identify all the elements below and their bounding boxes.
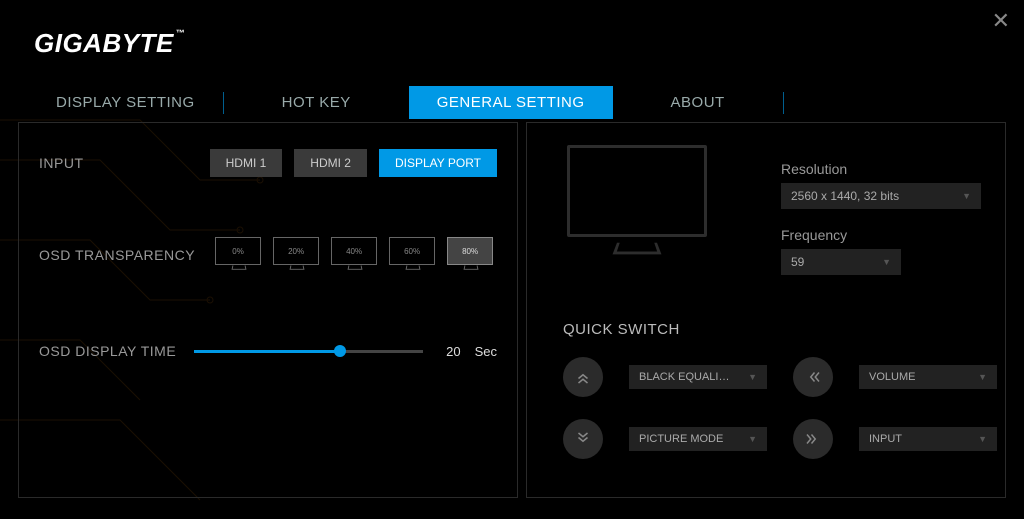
- right-panel: Resolution 2560 x 1440, 32 bits ▼ Freque…: [526, 122, 1006, 498]
- transparency-40-label: 40%: [331, 237, 377, 265]
- qs-left-dropdown[interactable]: VOLUME ▼: [859, 365, 997, 389]
- chevron-down-icon: ▼: [962, 191, 971, 201]
- slider-thumb[interactable]: [334, 345, 346, 357]
- chevron-down-icon: ▼: [882, 257, 891, 267]
- chevron-down-icon: ▼: [748, 372, 757, 382]
- frequency-value: 59: [791, 255, 804, 269]
- transparency-80[interactable]: 80%: [447, 237, 495, 273]
- qs-left-button[interactable]: [793, 357, 833, 397]
- qs-down-value: PICTURE MODE: [639, 433, 723, 445]
- osd-time-value: 20: [437, 344, 461, 359]
- main-tabs: DISPLAY SETTING HOT KEY GENERAL SETTING …: [28, 86, 996, 119]
- transparency-60[interactable]: 60%: [389, 237, 437, 273]
- osd-time-slider[interactable]: [194, 350, 422, 353]
- tab-about[interactable]: ABOUT: [643, 86, 753, 119]
- qs-down-button[interactable]: [563, 419, 603, 459]
- resolution-dropdown[interactable]: 2560 x 1440, 32 bits ▼: [781, 183, 981, 209]
- transparency-20-label: 20%: [273, 237, 319, 265]
- input-hdmi2-button[interactable]: HDMI 2: [294, 149, 367, 177]
- brand-text: GIGABYTE: [34, 28, 174, 58]
- tab-display-setting[interactable]: DISPLAY SETTING: [28, 86, 223, 119]
- osd-display-time-label: OSD DISPLAY TIME: [39, 343, 176, 359]
- qs-down-dropdown[interactable]: PICTURE MODE ▼: [629, 427, 767, 451]
- frequency-dropdown[interactable]: 59 ▼: [781, 249, 901, 275]
- tab-separator: [223, 92, 224, 114]
- osd-transparency-label: OSD TRANSPARENCY: [39, 247, 195, 263]
- close-icon[interactable]: ✕: [992, 8, 1010, 34]
- quick-switch-label: QUICK SWITCH: [563, 321, 680, 338]
- resolution-value: 2560 x 1440, 32 bits: [791, 189, 899, 203]
- monitor-icon: [567, 145, 707, 255]
- qs-right-button[interactable]: [793, 419, 833, 459]
- input-displayport-button[interactable]: DISPLAY PORT: [379, 149, 497, 177]
- tab-general-setting[interactable]: GENERAL SETTING: [409, 86, 613, 119]
- input-label: INPUT: [39, 155, 84, 171]
- qs-left-value: VOLUME: [869, 371, 915, 383]
- transparency-60-label: 60%: [389, 237, 435, 265]
- frequency-label: Frequency: [781, 227, 981, 243]
- double-chevron-left-icon: [804, 368, 822, 386]
- tab-hot-key[interactable]: HOT KEY: [254, 86, 379, 119]
- tab-separator: [783, 92, 784, 114]
- chevron-down-icon: ▼: [748, 434, 757, 444]
- qs-up-button[interactable]: [563, 357, 603, 397]
- resolution-label: Resolution: [781, 161, 981, 177]
- qs-up-value: BLACK EQUALI…: [639, 371, 729, 383]
- transparency-80-label: 80%: [447, 237, 493, 265]
- trademark: ™: [176, 28, 186, 38]
- transparency-0[interactable]: 0%: [215, 237, 263, 273]
- input-hdmi1-button[interactable]: HDMI 1: [210, 149, 283, 177]
- qs-right-value: INPUT: [869, 433, 902, 445]
- transparency-options: 0% 20% 40% 60% 80%: [215, 237, 495, 273]
- osd-time-unit: Sec: [475, 344, 497, 359]
- transparency-40[interactable]: 40%: [331, 237, 379, 273]
- chevron-down-icon: ▼: [978, 372, 987, 382]
- qs-up-dropdown[interactable]: BLACK EQUALI… ▼: [629, 365, 767, 389]
- qs-right-dropdown[interactable]: INPUT ▼: [859, 427, 997, 451]
- transparency-0-label: 0%: [215, 237, 261, 265]
- left-panel: INPUT HDMI 1 HDMI 2 DISPLAY PORT OSD TRA…: [18, 122, 518, 498]
- brand-logo: GIGABYTE™: [34, 28, 185, 59]
- chevron-down-icon: ▼: [978, 434, 987, 444]
- double-chevron-up-icon: [574, 368, 592, 386]
- transparency-20[interactable]: 20%: [273, 237, 321, 273]
- double-chevron-right-icon: [804, 430, 822, 448]
- double-chevron-down-icon: [574, 430, 592, 448]
